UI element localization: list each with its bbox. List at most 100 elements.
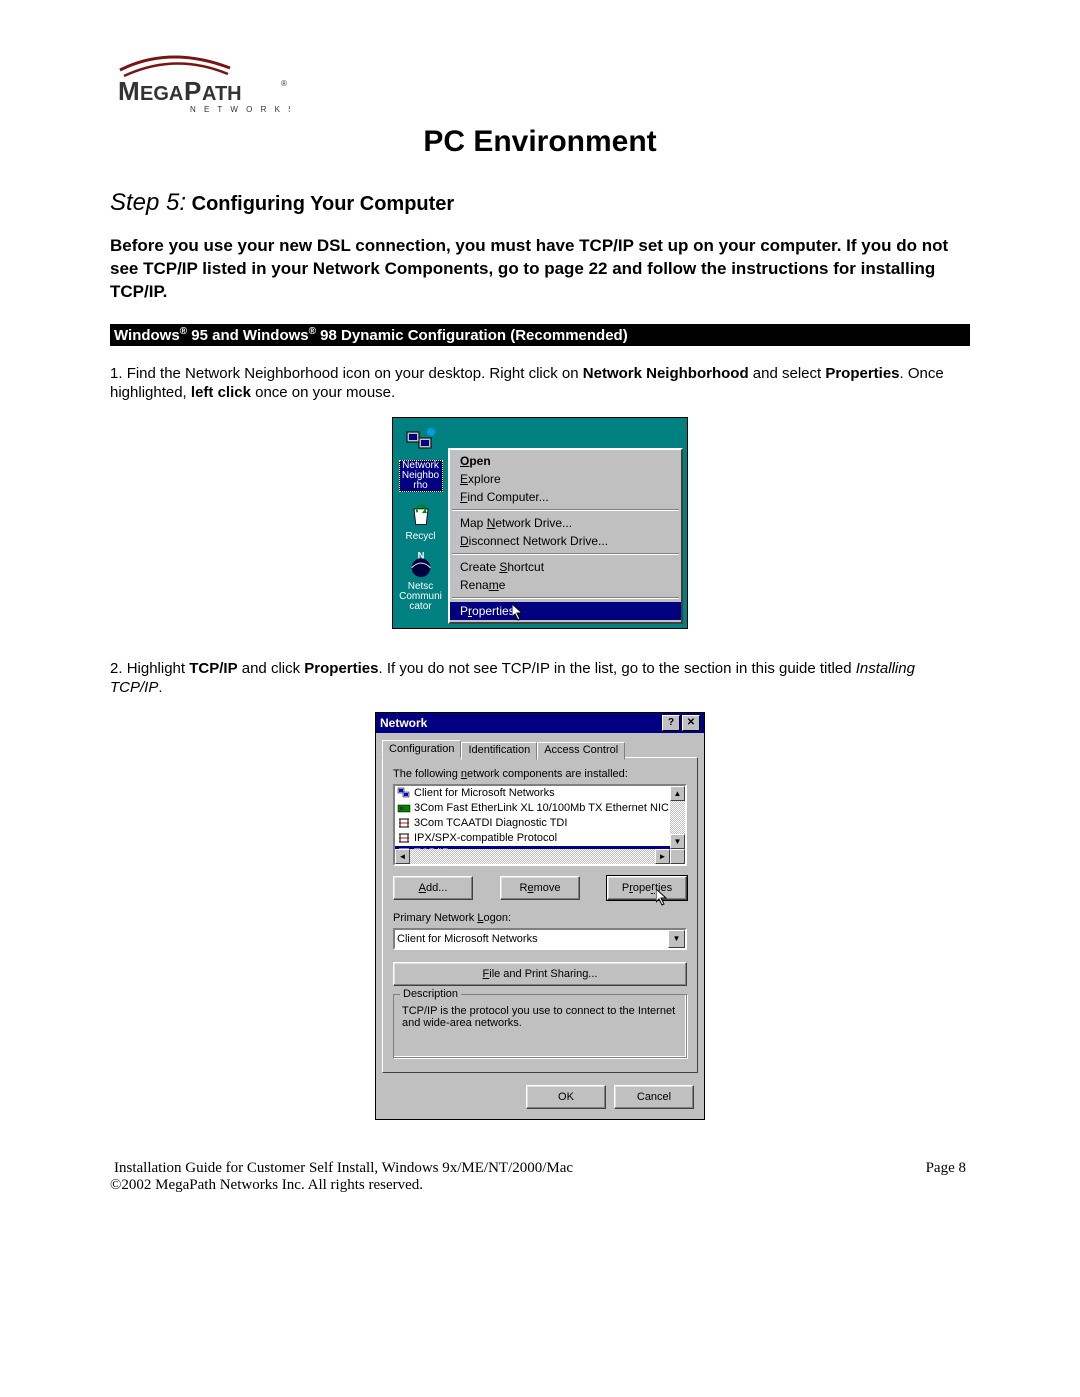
protocol-icon — [397, 832, 411, 845]
page-footer: Installation Guide for Customer Self Ins… — [110, 1160, 970, 1194]
tab-access-control[interactable]: Access Control — [537, 742, 625, 760]
menu-item-find-computer[interactable]: Find Computer... — [450, 488, 681, 506]
context-menu: OOpenpen Explore Find Computer... Map Ne… — [448, 448, 683, 624]
menu-separator — [452, 509, 679, 511]
step-title: Configuring Your Computer — [192, 193, 455, 215]
icon-label: Recycl — [405, 532, 435, 542]
intro-paragraph: Before you use your new DSL connection, … — [110, 235, 970, 304]
tab-panel-configuration: The following network components are ins… — [382, 757, 698, 1073]
client-icon — [397, 787, 411, 800]
svg-text:ATH: ATH — [202, 83, 242, 105]
svg-text:N: N — [417, 550, 424, 560]
adapter-icon — [397, 802, 411, 815]
svg-text:®: ® — [281, 79, 287, 88]
menu-item-create-shortcut[interactable]: Create Shortcut — [450, 558, 681, 576]
step-number: 2. — [110, 660, 127, 677]
menu-separator — [452, 597, 679, 599]
instruction-2: 2. Highlight TCP/IP and click Properties… — [110, 659, 970, 698]
desktop-icon-network-neighborhood[interactable]: Network Neighborho — [399, 426, 443, 492]
list-item[interactable]: 3Com Fast EtherLink XL 10/100Mb TX Ether… — [395, 801, 685, 816]
description-fieldset: Description TCP/IP is the protocol you u… — [393, 994, 687, 1058]
components-listbox[interactable]: Client for Microsoft Networks 3Com Fast … — [393, 784, 687, 866]
icon-label: Netsc Communicator — [399, 582, 443, 612]
step-heading: Step 5: Configuring Your Computer — [110, 189, 970, 217]
text: Highlight — [127, 660, 190, 677]
list-item-label: 3Com TCAATDI Diagnostic TDI — [414, 817, 567, 829]
vertical-scrollbar[interactable]: ▲ ▼ — [670, 786, 685, 849]
svg-text:EGA: EGA — [140, 83, 183, 105]
properties-button[interactable]: Properties — [607, 876, 687, 900]
desktop-icon-recycle-bin[interactable]: Recycl — [399, 498, 443, 542]
list-item-label: Client for Microsoft Networks — [414, 787, 555, 799]
megapath-logo: M EGA P ATH ® N E T W O R K S — [110, 50, 290, 120]
screenshot-network-dialog: Network ? ✕ Configuration Identification… — [375, 712, 705, 1120]
bold-text: Network Neighborhood — [583, 365, 749, 382]
dialog-tabs: Configuration Identification Access Cont… — [382, 740, 698, 758]
icon-label: Network Neighborho — [399, 460, 443, 492]
section-text: 95 and Windows — [187, 327, 309, 344]
cursor-icon — [656, 889, 670, 907]
page-title: PC Environment — [110, 125, 970, 159]
registered-mark: ® — [180, 326, 187, 337]
cancel-button[interactable]: Cancel — [614, 1085, 694, 1109]
add-button[interactable]: Add... — [393, 876, 473, 900]
scroll-right-button[interactable]: ► — [655, 849, 670, 864]
instruction-1: 1. Find the Network Neighborhood icon on… — [110, 364, 970, 403]
list-item[interactable]: Client for Microsoft Networks — [395, 786, 685, 801]
scroll-corner — [670, 849, 685, 864]
menu-item-map-drive[interactable]: Map Network Drive... — [450, 514, 681, 532]
step-label: Step 5: — [110, 189, 186, 216]
list-item[interactable]: IPX/SPX-compatible Protocol — [395, 831, 685, 846]
bold-text: Properties — [304, 660, 378, 677]
description-legend: Description — [400, 988, 461, 1000]
text: and click — [238, 660, 305, 677]
ok-button[interactable]: OK — [526, 1085, 606, 1109]
list-item-label: IPX/SPX-compatible Protocol — [414, 832, 557, 844]
dialog-titlebar: Network ? ✕ — [376, 713, 704, 733]
tab-identification[interactable]: Identification — [461, 742, 537, 760]
dropdown-button[interactable]: ▼ — [668, 930, 685, 948]
svg-text:P: P — [184, 76, 201, 106]
description-text: TCP/IP is the protocol you use to connec… — [402, 1005, 678, 1029]
text: . — [158, 679, 162, 696]
section-text: Windows — [114, 327, 180, 344]
recycle-bin-icon — [405, 498, 437, 530]
menu-separator — [452, 553, 679, 555]
scroll-left-button[interactable]: ◄ — [395, 849, 410, 864]
menu-item-rename[interactable]: Rename — [450, 576, 681, 594]
section-header-bar: Windows® 95 and Windows® 98 Dynamic Conf… — [110, 324, 970, 346]
footer-copyright: ©2002 MegaPath Networks Inc. All rights … — [110, 1177, 970, 1194]
file-print-sharing-button[interactable]: File and Print Sharing... — [393, 962, 687, 986]
svg-text:N E T W O R K S: N E T W O R K S — [190, 105, 290, 114]
desktop-icon-netscape[interactable]: N Netsc Communicator — [399, 548, 443, 612]
menu-item-open[interactable]: OOpenpen — [450, 452, 681, 470]
bold-text: TCP/IP — [189, 660, 237, 677]
cursor-icon — [512, 604, 526, 622]
footer-page-number: Page 8 — [926, 1160, 966, 1177]
bold-text: Properties — [825, 365, 899, 382]
horizontal-scrollbar[interactable]: ◄ ► — [395, 849, 685, 864]
scroll-up-button[interactable]: ▲ — [670, 786, 685, 801]
screenshot-desktop-context-menu: Network Neighborho Recycl — [392, 417, 688, 629]
menu-item-properties[interactable]: Properties — [450, 602, 681, 620]
components-label: The following network components are ins… — [393, 768, 687, 780]
help-button[interactable]: ? — [662, 715, 680, 731]
section-text: 98 Dynamic Configuration (Recommended) — [316, 327, 628, 344]
close-button[interactable]: ✕ — [682, 715, 700, 731]
netscape-icon: N — [405, 548, 437, 580]
dialog-title: Network — [380, 716, 427, 730]
logon-label: Primary Network Logon: — [393, 912, 687, 924]
menu-item-explore[interactable]: Explore — [450, 470, 681, 488]
menu-item-disconnect-drive[interactable]: Disconnect Network Drive... — [450, 532, 681, 550]
primary-logon-combo[interactable]: Client for Microsoft Networks ▼ — [393, 928, 687, 950]
svg-text:M: M — [118, 76, 139, 106]
tab-configuration[interactable]: Configuration — [382, 740, 461, 758]
text: Find the Network Neighborhood icon on yo… — [127, 365, 583, 382]
protocol-icon — [397, 817, 411, 830]
footer-guide-title: Installation Guide for Customer Self Ins… — [114, 1160, 573, 1177]
remove-button[interactable]: Remove — [500, 876, 580, 900]
registered-mark: ® — [309, 326, 316, 337]
scroll-down-button[interactable]: ▼ — [670, 834, 685, 849]
list-item[interactable]: 3Com TCAATDI Diagnostic TDI — [395, 816, 685, 831]
list-item-label: 3Com Fast EtherLink XL 10/100Mb TX Ether… — [414, 802, 687, 814]
